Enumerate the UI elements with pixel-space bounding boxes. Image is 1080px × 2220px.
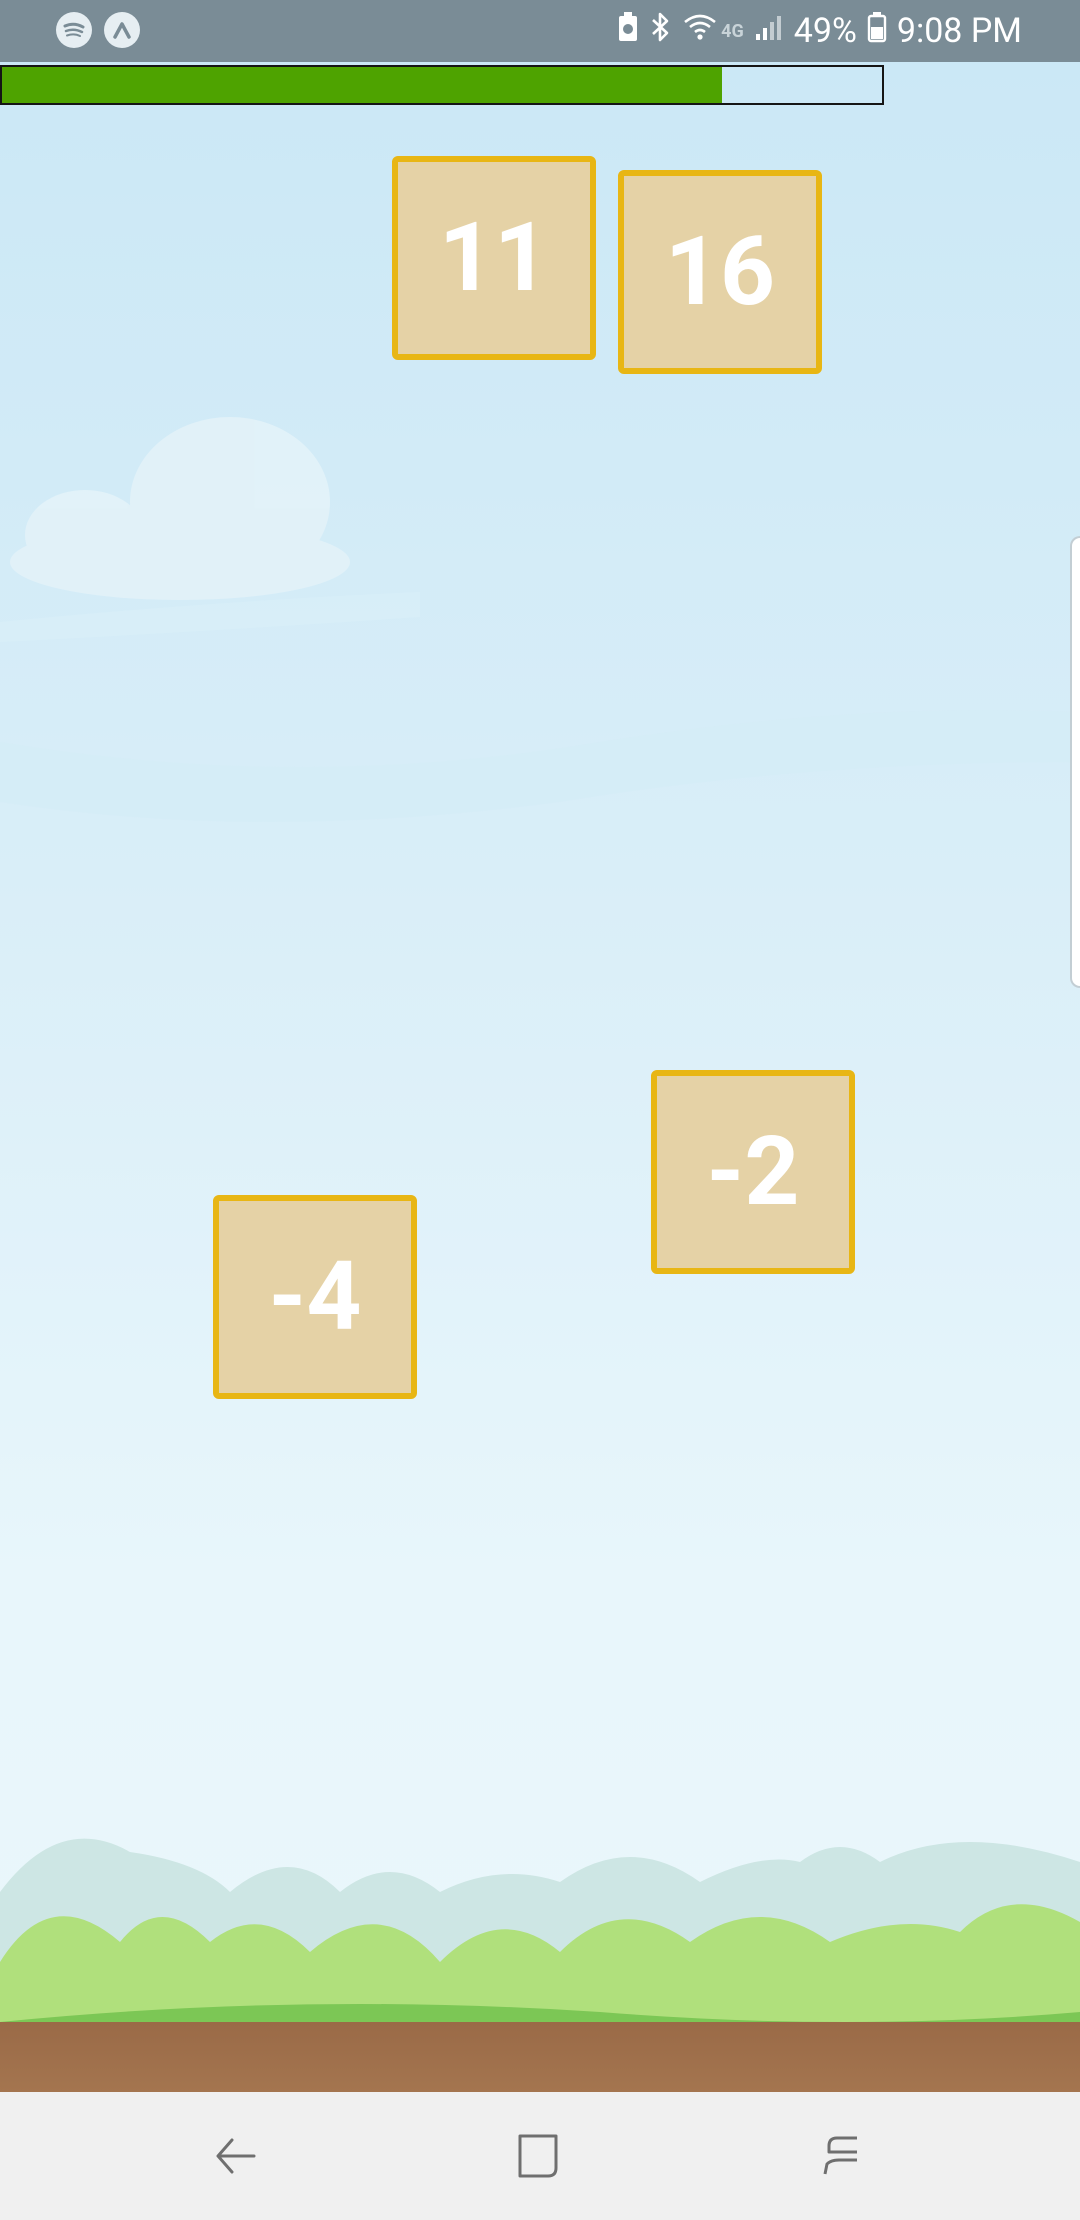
number-tile[interactable]: 11: [392, 156, 596, 360]
number-tile[interactable]: 16: [618, 170, 822, 374]
back-icon: [216, 2138, 256, 2174]
status-left-icons: [56, 12, 140, 48]
network-type-label: 4G: [721, 20, 744, 42]
clock: 9:08 PM: [896, 11, 1022, 51]
back-button[interactable]: [196, 2116, 276, 2196]
battery-saver-icon: [617, 11, 639, 52]
cloud: [10, 417, 350, 600]
edge-panel-handle[interactable]: [1070, 536, 1080, 988]
app-drawer-icon: [104, 12, 140, 48]
progress-bar: [0, 65, 884, 105]
game-background: [0, 62, 1080, 2092]
home-button[interactable]: [498, 2116, 578, 2196]
recents-icon: [823, 2136, 857, 2175]
number-tile[interactable]: -4: [213, 1195, 417, 1399]
scenery-illustration: [0, 417, 1080, 2092]
progress-fill: [2, 67, 722, 103]
home-icon: [518, 2134, 558, 2178]
spotify-icon: [56, 12, 92, 48]
navigation-bar: [0, 2092, 1080, 2220]
battery-icon: [867, 11, 887, 52]
wifi-icon: [683, 11, 717, 51]
signal-icon: [754, 11, 784, 51]
status-bar: 4G 49% 9:08 PM: [0, 0, 1080, 62]
battery-percent: 49%: [793, 11, 857, 51]
recents-button[interactable]: [801, 2116, 881, 2196]
bluetooth-icon: [649, 11, 673, 52]
dirt-ground: [0, 2022, 1080, 2092]
number-tile[interactable]: -2: [651, 1070, 855, 1274]
status-right-icons: 4G 49% 9:08 PM: [617, 10, 1022, 52]
